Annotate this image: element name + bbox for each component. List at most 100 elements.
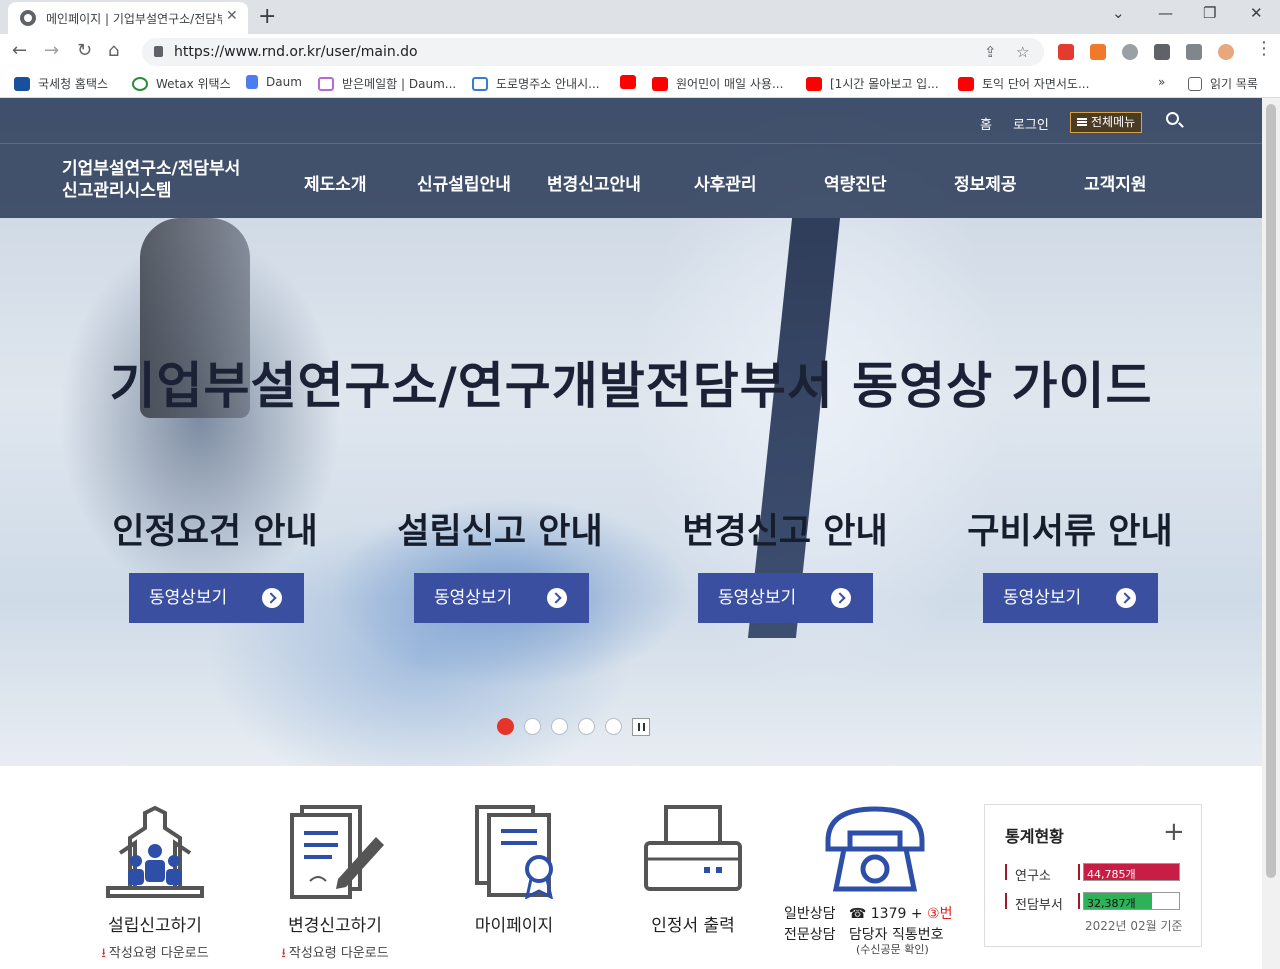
extension-globe-icon[interactable] [1122,44,1138,60]
site-header: 홈 로그인 전체메뉴 기업부설연구소/전담부서 신고관리시스템 제도소개 신규설… [0,98,1262,218]
media-control-icon[interactable] [1186,44,1202,60]
guide-requirements: 인정요건 안내 동영상보기 [90,503,340,623]
gnb-system-intro[interactable]: 제도소개 [304,170,367,195]
window-close-button[interactable]: ✕ [1250,4,1263,22]
bookmark-star-icon[interactable]: ☆ [1016,43,1029,61]
new-tab-button[interactable]: + [258,4,276,29]
bookmark-juso[interactable]: 도로명주소 안내시... [472,75,600,93]
stats-row-lab: 연구소 44,785개 [1005,862,1185,884]
gnb-information[interactable]: 정보제공 [954,170,1017,195]
extension-check-icon[interactable] [1058,44,1074,60]
url-text[interactable]: https://www.rnd.or.kr/user/main.do [174,44,418,60]
browser-tab-strip: 메인페이지 | 기업부설연구소/전담부서 ✕ + ⌄ — ❐ ✕ [0,0,1280,34]
guide-establishment: 설립신고 안내 동영상보기 [375,503,625,623]
gnb-change-report[interactable]: 변경신고안내 [547,170,641,195]
wetax-icon [132,77,148,91]
bookmark-youtube-native[interactable]: 원어민이 매일 사용... [652,75,783,93]
bookmarks-bar: 국세청 홈택스 Wetax 위택스 Daum 받은메일함 | Daum... 도… [0,70,1280,98]
chevron-right-icon [1116,588,1136,608]
all-menu-button[interactable]: 전체메뉴 [1070,112,1143,133]
chevron-right-icon [831,588,851,608]
guide-title: 변경신고 안내 [682,512,888,552]
quick-establishment-report[interactable]: 설립신고하기 ⭳ 작성요령 다운로드 [75,803,235,966]
reload-button[interactable]: ↻ [77,40,92,61]
stats-row-dept: 전담부서 32,387개 [1005,891,1185,913]
slide-dot[interactable] [524,718,541,735]
quick-print-certificate[interactable]: 인정서 출력 [613,803,773,936]
page-scrollbar[interactable] [1262,98,1280,969]
browser-menu-icon[interactable]: ⋮ [1255,38,1273,59]
logo-line-1: 기업부설연구소/전담부서 [62,159,241,179]
quick-label: 마이페이지 [474,916,554,936]
download-guide-link[interactable]: ⭳ 작성요령 다운로드 [255,942,415,966]
extension-ex-icon[interactable] [1090,44,1106,60]
gnb-customer-support[interactable]: 고객지원 [1084,170,1147,195]
bookmark-youtube-toeic[interactable]: 토익 단어 자면서도... [958,75,1089,93]
telephone-icon [825,806,925,892]
back-button[interactable]: ← [12,40,27,61]
slide-dot[interactable] [551,718,568,735]
bookmarks-overflow-button[interactable]: » [1158,75,1165,93]
download-arrow-icon: ⭳ [281,946,286,961]
globe-icon [20,10,36,26]
watch-video-button[interactable]: 동영상보기 [414,573,589,623]
guide-title: 인정요건 안내 [112,512,318,552]
daum-icon [246,75,258,89]
quick-label: 변경신고하기 [288,916,382,936]
tab-search-icon[interactable]: ⌄ [1112,4,1125,22]
quick-mypage[interactable]: 마이페이지 [434,803,594,936]
mail-icon [318,77,334,91]
watch-video-button[interactable]: 동영상보기 [129,573,304,623]
bookmark-daum[interactable]: Daum [246,75,302,93]
share-icon[interactable]: ⇪ [984,43,997,61]
stats-bar-lab: 44,785개 [1083,863,1180,881]
pause-icon[interactable] [632,718,650,736]
slide-dot[interactable] [497,718,514,735]
gnb-post-management[interactable]: 사후관리 [694,170,757,195]
close-tab-icon[interactable]: ✕ [226,8,238,24]
stats-title: 통계현황 [1005,827,1064,846]
logo-line-2: 신고관리시스템 [62,181,172,201]
bookmark-daum-mail[interactable]: 받은메일함 | Daum... [318,75,456,93]
download-guide-link[interactable]: ⭳ 작성요령 다운로드 [75,942,235,966]
quick-label: 설립신고하기 [108,916,202,936]
quick-label: 인정서 출력 [651,916,735,936]
search-icon[interactable] [1164,110,1184,130]
document-pen-icon [290,805,384,899]
stats-basis-date: 2022년 02월 기준 [1085,919,1183,933]
reading-list-button[interactable]: 읽기 목록 [1188,75,1258,93]
bookmark-youtube-1hour[interactable]: [1시간 몰아보고 입... [806,75,939,93]
download-arrow-icon: ⭳ [101,946,106,961]
browser-tab[interactable]: 메인페이지 | 기업부설연구소/전담부서 ✕ [8,2,248,34]
slide-dot[interactable] [578,718,595,735]
scrollbar-thumb[interactable] [1266,104,1276,878]
watch-video-button[interactable]: 동영상보기 [698,573,873,623]
certificate-icon [475,805,554,900]
guide-change: 변경신고 안내 동영상보기 [660,503,910,623]
bookmark-hometax[interactable]: 국세청 홈택스 [14,75,108,93]
minimize-button[interactable]: — [1158,4,1173,22]
restore-button[interactable]: ❐ [1203,4,1216,22]
juso-icon [472,77,488,91]
bookmark-youtube[interactable] [620,75,644,93]
guide-title: 구비서류 안내 [967,512,1173,552]
extensions-puzzle-icon[interactable] [1154,44,1170,60]
gnb-capability-diagnosis[interactable]: 역량진단 [824,170,887,195]
site-logo[interactable]: 기업부설연구소/전담부서 신고관리시스템 [62,158,240,202]
slide-dot[interactable] [605,718,622,735]
hamburger-icon [1077,118,1087,126]
youtube-icon [806,77,822,91]
quick-change-report[interactable]: 변경신고하기 ⭳ 작성요령 다운로드 [255,803,415,966]
profile-avatar[interactable] [1218,44,1234,60]
forward-button[interactable]: → [44,40,59,61]
address-bar[interactable]: https://www.rnd.or.kr/user/main.do ⇪ ☆ [142,38,1044,66]
home-icon[interactable]: ⌂ [108,40,119,61]
bookmark-wetax[interactable]: Wetax 위택스 [132,75,231,93]
lock-icon [154,46,163,57]
home-link[interactable]: 홈 [980,114,992,133]
reading-list-icon [1188,77,1202,91]
plus-icon[interactable]: + [1163,817,1185,847]
gnb-new-establishment[interactable]: 신규설립안내 [417,170,511,195]
watch-video-button[interactable]: 동영상보기 [983,573,1158,623]
login-link[interactable]: 로그인 [1013,114,1049,133]
